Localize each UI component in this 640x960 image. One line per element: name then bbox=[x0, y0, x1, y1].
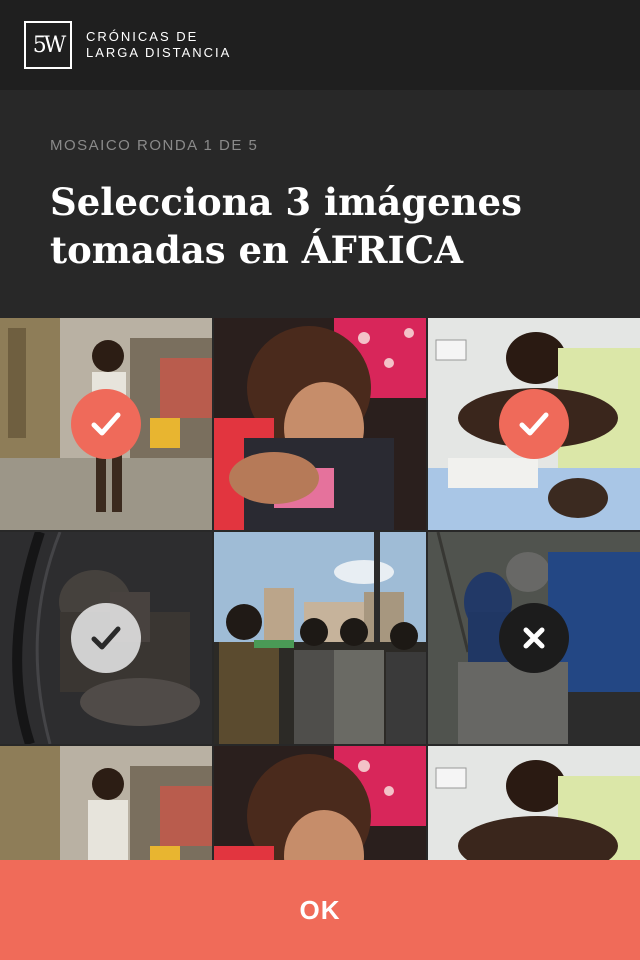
mosaic-tile-8[interactable] bbox=[214, 746, 426, 860]
check-icon bbox=[519, 412, 549, 436]
photo-hospital bbox=[428, 746, 640, 860]
ok-button[interactable]: OK bbox=[0, 860, 640, 960]
selected-check-badge bbox=[71, 603, 141, 673]
mosaic-tile-4[interactable] bbox=[0, 532, 212, 744]
close-icon bbox=[523, 627, 545, 649]
brand-line-1: CRÓNICAS DE bbox=[86, 29, 199, 44]
question-panel: MOSAICO RONDA 1 DE 5 Selecciona 3 imágen… bbox=[0, 90, 640, 318]
question-title: Selecciona 3 imágenes tomadas en ÁFRICA bbox=[50, 178, 610, 274]
mosaic-tile-9[interactable] bbox=[428, 746, 640, 860]
mosaic-tile-3[interactable] bbox=[428, 318, 640, 530]
mosaic-tile-5[interactable] bbox=[214, 532, 426, 744]
app-header: 5W CRÓNICAS DE LARGA DISTANCIA bbox=[0, 0, 640, 90]
brand-line-2: LARGA DISTANCIA bbox=[86, 45, 232, 60]
mosaic-tile-6[interactable] bbox=[428, 532, 640, 744]
ok-button-label: OK bbox=[299, 894, 341, 925]
check-icon bbox=[91, 412, 121, 436]
photo-mother-child bbox=[214, 746, 426, 860]
brand-name: CRÓNICAS DE LARGA DISTANCIA bbox=[86, 29, 231, 61]
question-title-line-1: Selecciona 3 imágenes bbox=[50, 180, 522, 224]
photo-mother-child bbox=[214, 318, 426, 530]
image-mosaic bbox=[0, 318, 640, 860]
correct-check-badge bbox=[71, 389, 141, 459]
wrong-cross-badge bbox=[499, 603, 569, 673]
logo-text: 5W bbox=[32, 32, 67, 58]
correct-check-badge bbox=[499, 389, 569, 459]
photo-group-city bbox=[214, 532, 426, 744]
photo-child-street bbox=[0, 746, 212, 860]
mosaic-tile-2[interactable] bbox=[214, 318, 426, 530]
logo[interactable]: 5W bbox=[24, 21, 72, 69]
round-label: MOSAICO RONDA 1 DE 5 bbox=[50, 137, 259, 154]
mosaic-tile-7[interactable] bbox=[0, 746, 212, 860]
mosaic-tile-1[interactable] bbox=[0, 318, 212, 530]
question-title-line-2: tomadas en ÁFRICA bbox=[50, 228, 463, 272]
check-icon bbox=[91, 626, 121, 650]
